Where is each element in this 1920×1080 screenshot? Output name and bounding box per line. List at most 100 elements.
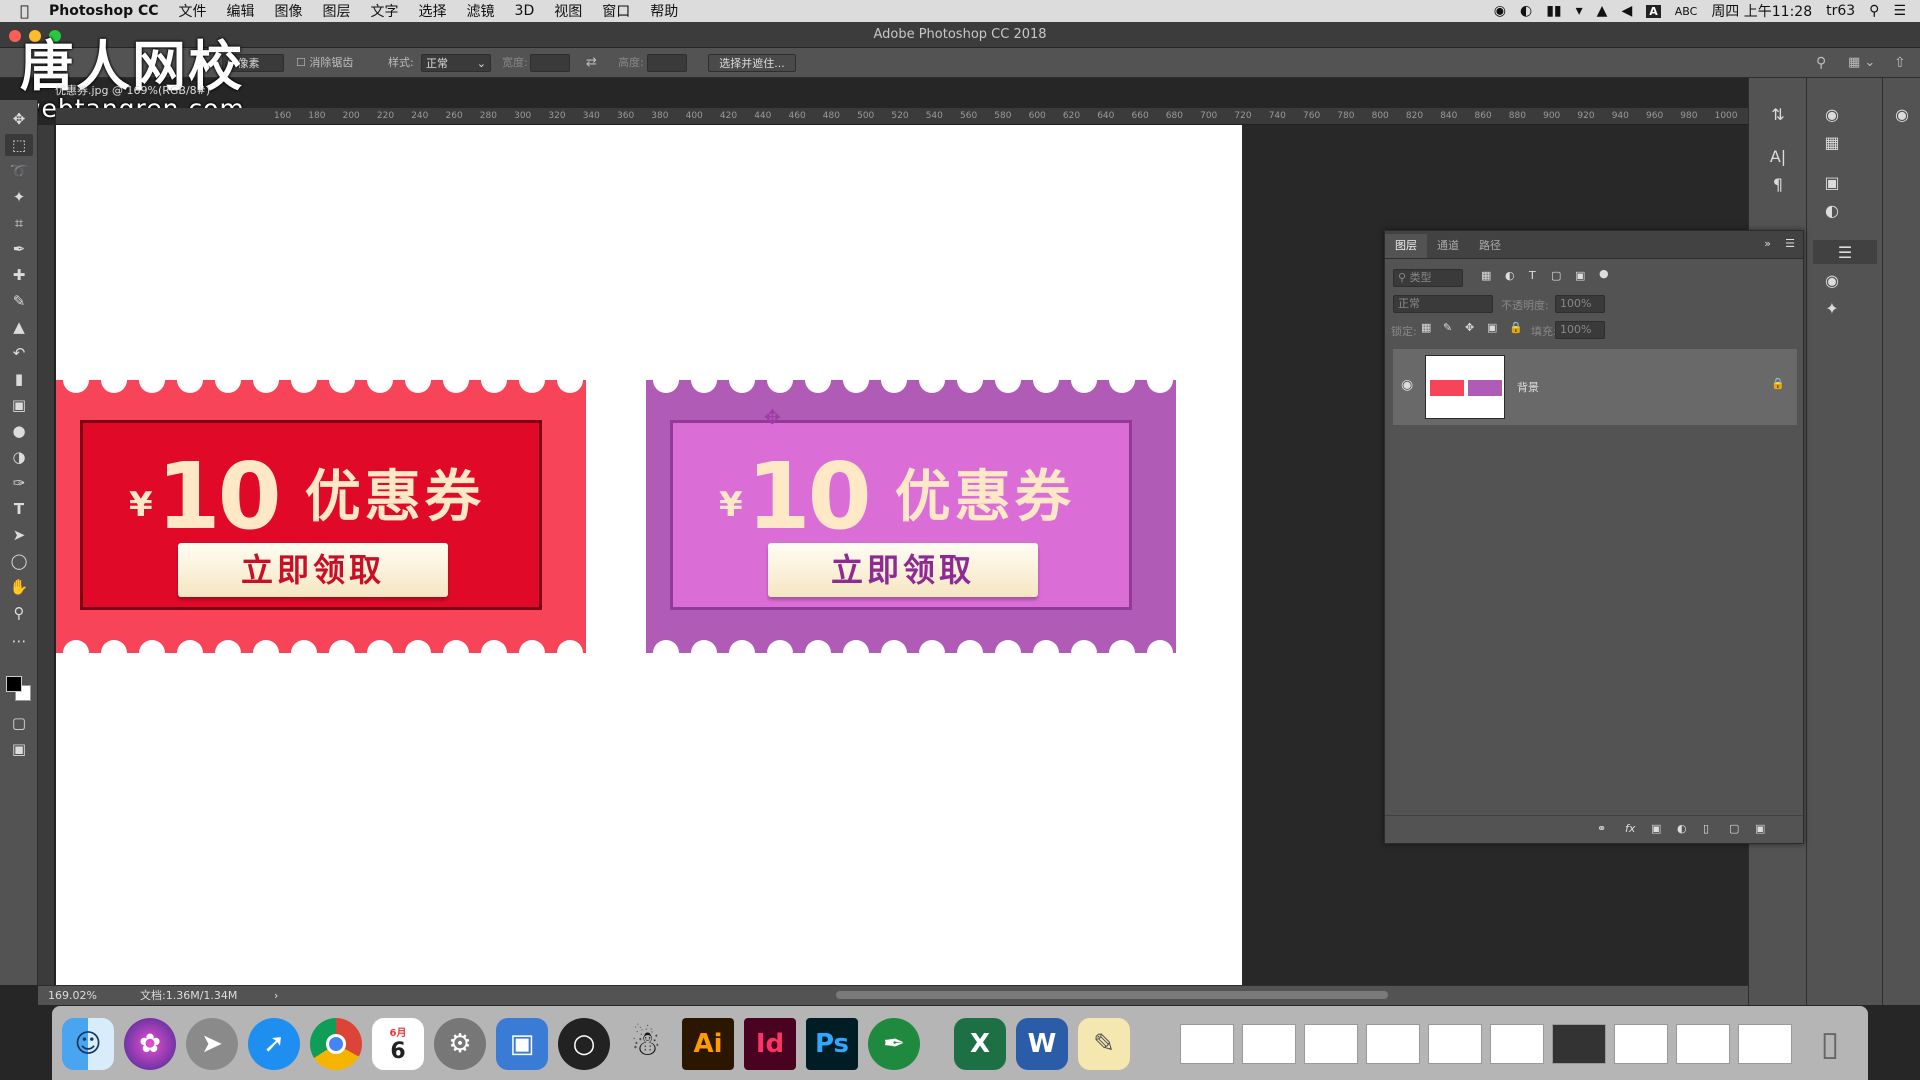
- swap-dimensions-icon[interactable]: ⇄: [586, 54, 597, 72]
- layer-name[interactable]: 背景: [1517, 379, 1539, 395]
- tab-paths[interactable]: 路径: [1469, 234, 1511, 258]
- zoom-tool-icon[interactable]: ⚲: [5, 602, 33, 624]
- crop-tool-icon[interactable]: ⌗: [5, 212, 33, 234]
- screen-mode-icon[interactable]: ▣: [5, 738, 33, 760]
- move-tool-icon[interactable]: ✥: [5, 108, 33, 130]
- filter-toggle-icon[interactable]: ●: [1599, 267, 1609, 280]
- menu-window[interactable]: 窗口: [592, 1, 640, 21]
- lock-position-icon[interactable]: ✥: [1465, 321, 1474, 334]
- finder-icon[interactable]: ☺: [62, 1018, 114, 1070]
- obs-icon[interactable]: ○: [558, 1018, 610, 1070]
- cc-libraries-icon[interactable]: ◉: [1889, 102, 1915, 126]
- search-icon[interactable]: ⚲: [1816, 54, 1826, 72]
- minimized-window-6[interactable]: [1490, 1024, 1544, 1064]
- photoshop-icon[interactable]: Ps: [806, 1018, 858, 1070]
- tab-layers[interactable]: 图层: [1385, 234, 1427, 258]
- chrome-icon[interactable]: [310, 1018, 362, 1070]
- delete-layer-icon[interactable]: ▣: [1755, 822, 1765, 835]
- spotlight-icon[interactable]: ⚲: [1869, 3, 1879, 19]
- blur-tool-icon[interactable]: ●: [5, 420, 33, 442]
- healing-brush-icon[interactable]: ✚: [5, 264, 33, 286]
- horizontal-scrollbar[interactable]: [836, 991, 1388, 999]
- clock[interactable]: 周四 上午11:28: [1711, 1, 1812, 21]
- airplay-icon[interactable]: ▲: [1597, 3, 1608, 19]
- marquee-tool-icon[interactable]: ⬚: [5, 134, 33, 156]
- panel-menu-icon[interactable]: ☰: [1785, 237, 1795, 250]
- minimized-window-7[interactable]: [1552, 1024, 1606, 1064]
- menu-3d[interactable]: 3D: [505, 3, 545, 19]
- height-field[interactable]: [647, 54, 687, 72]
- lock-artboard-icon[interactable]: ▣: [1487, 321, 1497, 334]
- minimized-window-8[interactable]: [1614, 1024, 1668, 1064]
- collapse-panel-icon[interactable]: »: [1764, 237, 1771, 250]
- layer-style-icon[interactable]: fx: [1625, 822, 1635, 835]
- share-icon[interactable]: ⇧: [1894, 54, 1906, 72]
- sync-icon[interactable]: ◐: [1520, 3, 1532, 19]
- channels-icon[interactable]: ◉: [1819, 268, 1845, 292]
- volume-icon[interactable]: ◀: [1621, 3, 1632, 19]
- lasso-tool-icon[interactable]: ➰: [5, 160, 33, 182]
- character-icon[interactable]: A|: [1765, 144, 1791, 168]
- apple-icon[interactable]: : [0, 2, 39, 20]
- quick-mask-icon[interactable]: ▢: [5, 712, 33, 734]
- lock-transparent-icon[interactable]: ▦: [1421, 321, 1431, 334]
- app-menu[interactable]: Photoshop CC: [39, 3, 169, 19]
- magic-wand-icon[interactable]: ✦: [5, 186, 33, 208]
- input-method-icon[interactable]: A: [1646, 4, 1661, 18]
- creative-cloud-icon[interactable]: ◉: [1494, 3, 1506, 19]
- pen-tool-icon[interactable]: ✑: [5, 472, 33, 494]
- wifi-icon[interactable]: ▾: [1576, 3, 1583, 19]
- menu-file[interactable]: 文件: [169, 1, 217, 21]
- layer-mask-icon[interactable]: ▣: [1651, 822, 1661, 835]
- minimized-window-2[interactable]: [1242, 1024, 1296, 1064]
- menu-filter[interactable]: 滤镜: [457, 1, 505, 21]
- new-layer-icon[interactable]: ▢: [1729, 822, 1739, 835]
- siri-icon[interactable]: ✿: [124, 1018, 176, 1070]
- blend-mode-select[interactable]: 正常: [1393, 295, 1493, 313]
- notification-center-icon[interactable]: ☰: [1893, 3, 1906, 19]
- minimized-window-10[interactable]: [1738, 1024, 1792, 1064]
- indesign-icon[interactable]: Id: [744, 1018, 796, 1070]
- menu-help[interactable]: 帮助: [640, 1, 688, 21]
- width-field[interactable]: [530, 54, 570, 72]
- zoom-level[interactable]: 169.02%: [48, 986, 97, 1006]
- foreground-color-swatch[interactable]: [6, 676, 22, 692]
- preview-icon[interactable]: ▣: [496, 1018, 548, 1070]
- adjustments-icon[interactable]: ◐: [1819, 198, 1845, 222]
- paths-icon[interactable]: ✦: [1819, 296, 1845, 320]
- antialias-checkbox[interactable]: ☐ 消除锯齿: [296, 54, 353, 72]
- fill-field[interactable]: 100%: [1555, 321, 1605, 339]
- document-canvas[interactable]: ¥10 优惠券 立即领取 ¥10 优惠券 立即领取 ✥: [56, 125, 1242, 985]
- trash-icon[interactable]: ▯: [1804, 1018, 1856, 1070]
- menu-layer[interactable]: 图层: [313, 1, 361, 21]
- illustrator-icon[interactable]: Ai: [682, 1018, 734, 1070]
- minimized-window-5[interactable]: [1428, 1024, 1482, 1064]
- layers-icon[interactable]: ☰: [1813, 240, 1877, 264]
- stamp-tool-icon[interactable]: ▲: [5, 316, 33, 338]
- eyedropper-icon[interactable]: ✒: [5, 238, 33, 260]
- history-brush-icon[interactable]: ↶: [5, 342, 33, 364]
- system-preferences-icon[interactable]: ⚙: [434, 1018, 486, 1070]
- visibility-eye-icon[interactable]: ◉: [1401, 377, 1413, 393]
- gradient-tool-icon[interactable]: ▣: [5, 394, 33, 416]
- qq-icon[interactable]: ☃: [620, 1018, 672, 1070]
- ellipse-tool-icon[interactable]: ◯: [5, 550, 33, 572]
- filter-smart-object-icon[interactable]: ▣: [1575, 269, 1585, 282]
- menu-type[interactable]: 文字: [361, 1, 409, 21]
- opacity-field[interactable]: 100%: [1555, 295, 1605, 313]
- excel-icon[interactable]: X: [954, 1018, 1006, 1070]
- libraries-icon[interactable]: ▣: [1819, 170, 1845, 194]
- layer-filter-select[interactable]: ⚲ 类型: [1393, 269, 1463, 287]
- select-and-mask-button[interactable]: 选择并遮住...: [708, 54, 796, 72]
- dodge-tool-icon[interactable]: ◑: [5, 446, 33, 468]
- tab-channels[interactable]: 通道: [1427, 234, 1469, 258]
- notes-icon[interactable]: ✎: [1078, 1018, 1130, 1070]
- layer-row-background[interactable]: ◉ 背景 🔒: [1393, 349, 1797, 425]
- user-name[interactable]: tr63: [1826, 3, 1855, 19]
- input-method-label[interactable]: ABC: [1675, 5, 1698, 18]
- lock-pixels-icon[interactable]: ✎: [1443, 321, 1452, 334]
- filter-pixel-icon[interactable]: ▦: [1481, 269, 1491, 282]
- adjustment-layer-icon[interactable]: ◐: [1677, 822, 1687, 835]
- swatches-icon[interactable]: ▦: [1819, 130, 1845, 154]
- minimized-window-3[interactable]: [1304, 1024, 1358, 1064]
